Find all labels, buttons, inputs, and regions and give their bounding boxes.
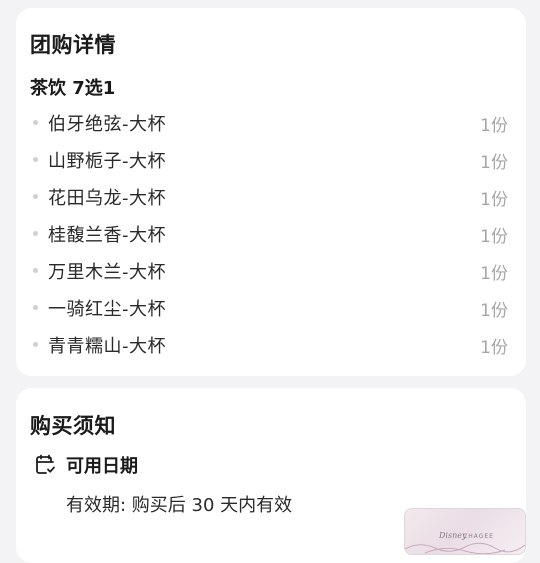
bullet-dot-icon — [33, 268, 38, 273]
package-item-list: 伯牙绝弦-大杯 1份 山野栀子-大杯 1份 花田乌龙-大杯 1份 桂馥兰香-大杯… — [16, 108, 526, 367]
package-item-name: 一骑红尘-大杯 — [48, 299, 166, 320]
package-item-name: 桂馥兰香-大杯 — [48, 225, 166, 246]
section-title-group-buy-detail: 团购详情 — [30, 33, 116, 57]
package-item-name: 万里木兰-大杯 — [48, 262, 166, 283]
package-item-quantity: 1份 — [480, 190, 508, 210]
package-item: 山野栀子-大杯 1份 — [16, 145, 526, 182]
package-item: 花田乌龙-大杯 1份 — [16, 182, 526, 219]
package-item-quantity: 1份 — [480, 264, 508, 284]
package-item-quantity: 1份 — [480, 227, 508, 247]
bullet-dot-icon — [33, 231, 38, 236]
validity-period-text: 有效期: 购买后 30 天内有效 — [66, 495, 293, 516]
package-item-quantity: 1份 — [480, 116, 508, 136]
bullet-dot-icon — [33, 342, 38, 347]
package-item-name: 青青糯山-大杯 — [48, 336, 166, 357]
package-item: 万里木兰-大杯 1份 — [16, 256, 526, 293]
bullet-dot-icon — [33, 120, 38, 125]
package-item: 青青糯山-大杯 1份 — [16, 330, 526, 367]
package-item-quantity: 1份 — [480, 338, 508, 358]
available-date-label: 可用日期 — [66, 456, 138, 477]
package-item-name: 山野栀子-大杯 — [48, 151, 166, 172]
package-item: 伯牙绝弦-大杯 1份 — [16, 108, 526, 145]
package-item-name: 伯牙绝弦-大杯 — [48, 114, 166, 135]
decorative-wave-icon — [405, 542, 525, 554]
bullet-dot-icon — [33, 194, 38, 199]
package-item-name: 花田乌龙-大杯 — [48, 188, 166, 209]
bullet-dot-icon — [33, 157, 38, 162]
package-item-quantity: 1份 — [480, 153, 508, 173]
calendar-check-icon — [36, 454, 55, 474]
package-item: 桂馥兰香-大杯 1份 — [16, 219, 526, 256]
floating-promo-thumbnail[interactable]: Disney CHAGEE — [404, 508, 526, 555]
group-buy-detail-card: 团购详情 茶饮 7选1 伯牙绝弦-大杯 1份 山野栀子-大杯 1份 花田乌龙-大… — [16, 8, 526, 376]
bullet-dot-icon — [33, 305, 38, 310]
package-item: 一骑红尘-大杯 1份 — [16, 293, 526, 330]
section-title-purchase-notice: 购买须知 — [30, 414, 116, 438]
package-group-title: 茶饮 7选1 — [30, 78, 116, 99]
package-item-quantity: 1份 — [480, 301, 508, 321]
